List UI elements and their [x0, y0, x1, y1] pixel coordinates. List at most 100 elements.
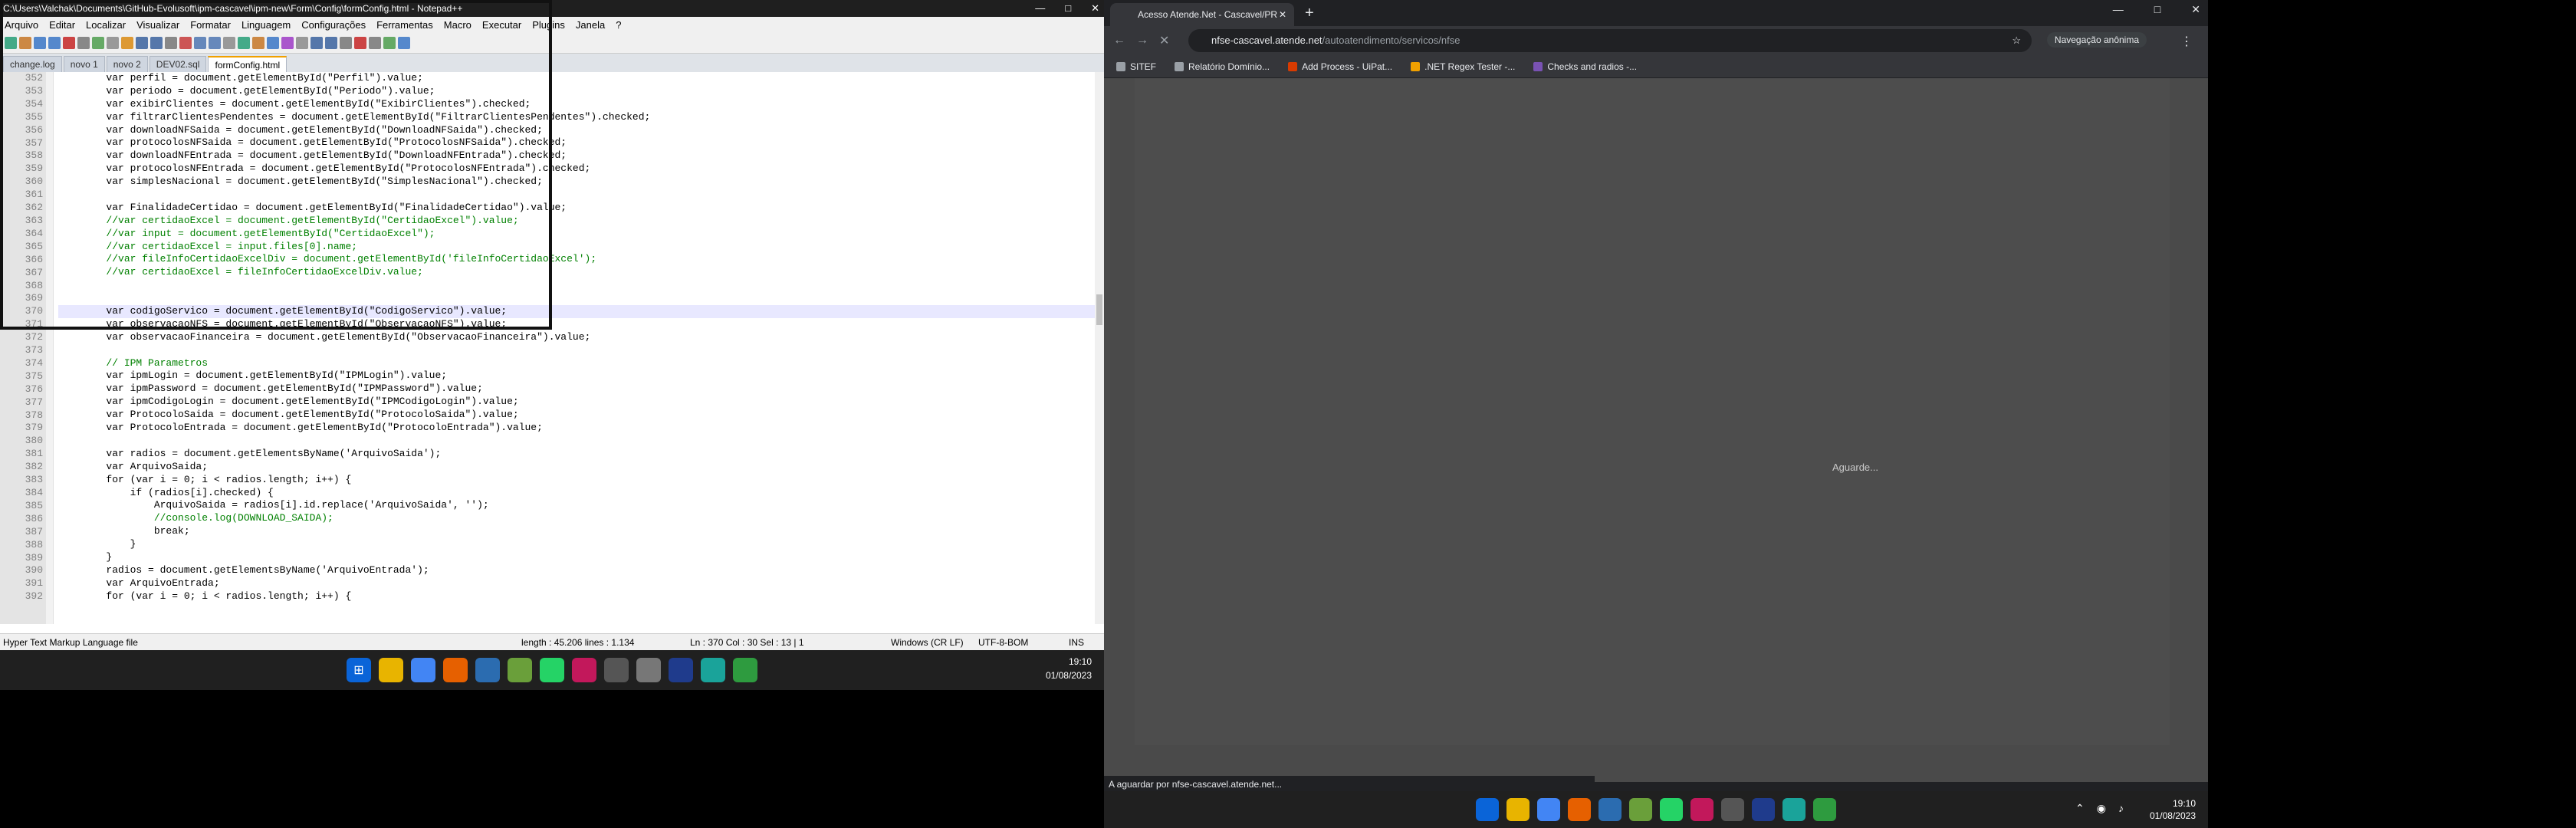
toolbar-button-icon[interactable]: [267, 37, 279, 49]
menu-item[interactable]: ?: [616, 17, 621, 34]
file-tab[interactable]: novo 1: [63, 56, 105, 72]
code-line[interactable]: if (radios[i].checked) {: [58, 487, 1095, 500]
code-editor[interactable]: 352 353 354 355 356 357 358 359 360 361 362 363 364 3…: [0, 72, 1104, 624]
toolbar-button-icon[interactable]: [325, 37, 337, 49]
vertical-scrollbar[interactable]: [1095, 72, 1104, 624]
bookmark-item[interactable]: Checks and radios -...: [1533, 61, 1637, 72]
code-line[interactable]: var protocolosNFSaida = document.getElem…: [58, 136, 1095, 150]
toolbar-button-icon[interactable]: [179, 37, 192, 49]
code-line[interactable]: var protocolosNFEntrada = document.getEl…: [58, 163, 1095, 176]
minimize-icon[interactable]: —: [1035, 0, 1045, 17]
code-area[interactable]: var perfil = document.getElementById("Pe…: [58, 72, 1095, 603]
code-line[interactable]: for (var i = 0; i < radios.length; i++) …: [58, 590, 1095, 603]
code-line[interactable]: var perfil = document.getElementById("Pe…: [58, 72, 1095, 85]
code-line[interactable]: var observacaoNFS = document.getElementB…: [58, 318, 1095, 331]
toolbar-button-icon[interactable]: [19, 37, 31, 49]
code-line[interactable]: //console.log(DOWNLOAD_SAIDA);: [58, 512, 1095, 525]
toolbar-button-icon[interactable]: [150, 37, 163, 49]
chevron-up-icon[interactable]: ⌃: [2075, 802, 2085, 815]
bookmark-item[interactable]: Add Process - UiPat...: [1288, 61, 1392, 72]
volume-icon[interactable]: ♪: [2118, 802, 2124, 815]
toolbar-button-icon[interactable]: [369, 37, 381, 49]
stop-icon[interactable]: ✕: [1159, 33, 1169, 48]
code-line[interactable]: //var fileInfoCertidaoExcelDiv = documen…: [58, 253, 1095, 266]
app-icon[interactable]: [669, 658, 693, 682]
code-line[interactable]: var radios = document.getElementsByName(…: [58, 448, 1095, 461]
code-line[interactable]: var ArquivoEntrada;: [58, 577, 1095, 590]
toolbar-button-icon[interactable]: [252, 37, 264, 49]
toolbar-button-icon[interactable]: [194, 37, 206, 49]
file-tab[interactable]: novo 2: [106, 56, 148, 72]
code-line[interactable]: var exibirClientes = document.getElement…: [58, 98, 1095, 111]
code-line[interactable]: [58, 279, 1095, 292]
toolbar-button-icon[interactable]: [223, 37, 235, 49]
code-line[interactable]: var codigoServico = document.getElementB…: [58, 305, 1095, 318]
firefox-icon[interactable]: [1568, 798, 1591, 821]
app-icon[interactable]: [1752, 798, 1775, 821]
back-icon[interactable]: ←: [1113, 34, 1125, 48]
menu-item[interactable]: Visualizar: [136, 17, 179, 34]
menu-item[interactable]: Formatar: [190, 17, 231, 34]
file-tab[interactable]: DEV02.sql: [149, 56, 207, 72]
toolbar-button-icon[interactable]: [340, 37, 352, 49]
toolbar-button-icon[interactable]: [63, 37, 75, 49]
menu-item[interactable]: Janela: [576, 17, 605, 34]
bookmark-item[interactable]: Relatório Domínio...: [1175, 61, 1270, 72]
code-line[interactable]: ArquivoSaida = radios[i].id.replace('Arq…: [58, 499, 1095, 512]
start-icon[interactable]: ⊞: [347, 658, 371, 682]
app-icon[interactable]: [733, 658, 757, 682]
code-line[interactable]: }: [58, 551, 1095, 564]
toolbar-button-icon[interactable]: [383, 37, 396, 49]
menu-item[interactable]: Configurações: [301, 17, 366, 34]
app-icon[interactable]: [572, 658, 596, 682]
maximize-icon[interactable]: □: [1065, 0, 1071, 17]
menu-icon[interactable]: ⋮: [2180, 34, 2193, 49]
code-line[interactable]: [58, 435, 1095, 448]
code-line[interactable]: // IPM Parametros: [58, 357, 1095, 370]
taskbar-clock[interactable]: 19:10 01/08/2023: [2150, 797, 2196, 822]
incognito-badge[interactable]: Navegação anônima: [2046, 32, 2147, 48]
file-tab[interactable]: formConfig.html: [208, 56, 288, 72]
menu-item[interactable]: Localizar: [86, 17, 126, 34]
toolbar-button-icon[interactable]: [107, 37, 119, 49]
app-icon[interactable]: [1783, 798, 1806, 821]
toolbar-button-icon[interactable]: [5, 37, 17, 49]
code-line[interactable]: var periodo = document.getElementById("P…: [58, 85, 1095, 98]
file-tab[interactable]: change.log: [3, 56, 62, 72]
menu-item[interactable]: Plugins: [532, 17, 565, 34]
new-tab-icon[interactable]: +: [1305, 5, 1314, 22]
code-line[interactable]: var downloadNFSaida = document.getElemen…: [58, 124, 1095, 137]
code-line[interactable]: var filtrarClientesPendentes = document.…: [58, 111, 1095, 124]
code-line[interactable]: var ProtocoloEntrada = document.getEleme…: [58, 422, 1095, 435]
menu-item[interactable]: Ferramentas: [376, 17, 433, 34]
forward-icon[interactable]: →: [1136, 34, 1148, 48]
toolbar-button-icon[interactable]: [165, 37, 177, 49]
toolbar-button-icon[interactable]: [281, 37, 294, 49]
close-icon[interactable]: ✕: [2191, 3, 2200, 16]
toolbar-button-icon[interactable]: [296, 37, 308, 49]
toolbar-button-icon[interactable]: [136, 37, 148, 49]
app-icon[interactable]: [1691, 798, 1714, 821]
toolbar-button-icon[interactable]: [34, 37, 46, 49]
toolbar-button-icon[interactable]: [398, 37, 410, 49]
menu-item[interactable]: Arquivo: [5, 17, 38, 34]
firefox-icon[interactable]: [443, 658, 468, 682]
code-line[interactable]: var ipmLogin = document.getElementById("…: [58, 370, 1095, 383]
code-line[interactable]: var FinalidadeCertidao = document.getEle…: [58, 202, 1095, 215]
code-line[interactable]: //var input = document.getElementById("C…: [58, 228, 1095, 241]
bookmark-item[interactable]: SITEF: [1116, 61, 1156, 72]
code-line[interactable]: var ipmCodigoLogin = document.getElement…: [58, 396, 1095, 409]
notepadpp-icon[interactable]: [508, 658, 532, 682]
bookmark-star-icon[interactable]: ☆: [2012, 29, 2021, 52]
toolbar-button-icon[interactable]: [48, 37, 61, 49]
code-line[interactable]: var simplesNacional = document.getElemen…: [58, 176, 1095, 189]
browser-tab[interactable]: Acesso Atende.Net - Cascavel/PR ✕: [1110, 3, 1294, 26]
code-line[interactable]: //var certidaoExcel = input.files[0].nam…: [58, 241, 1095, 254]
code-line[interactable]: var downloadNFEntrada = document.getElem…: [58, 150, 1095, 163]
close-tab-icon[interactable]: ✕: [1279, 3, 1286, 26]
fold-margin[interactable]: [46, 72, 54, 624]
notepadpp-icon[interactable]: [1629, 798, 1652, 821]
app-icon[interactable]: [701, 658, 725, 682]
menu-item[interactable]: Editar: [49, 17, 75, 34]
minimize-icon[interactable]: —: [2113, 3, 2124, 16]
